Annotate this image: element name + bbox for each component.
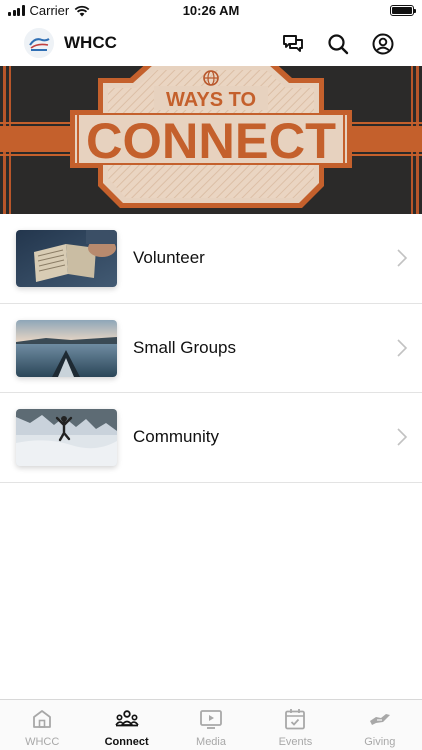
small-groups-thumbnail [16, 319, 117, 377]
app-title: WHCC [64, 33, 117, 52]
tab-label: Events [278, 736, 313, 748]
tab-label: WHCC [25, 736, 60, 748]
tab-label: Connect [104, 736, 149, 748]
tab-whcc[interactable]: WHCC [0, 700, 84, 750]
battery-level [392, 7, 412, 14]
tab-connect[interactable]: Connect [84, 700, 168, 750]
status-time: 10:26 AM [182, 3, 240, 18]
tab-giving[interactable]: Giving [338, 700, 422, 750]
chevron-right-icon [397, 338, 408, 357]
status-bar: Carrier 10:26 AM [0, 0, 422, 22]
banner-line1: WAYS TO [166, 89, 256, 111]
community-thumbnail [16, 409, 117, 466]
chat-icon[interactable] [281, 32, 305, 56]
app-logo[interactable] [24, 28, 54, 58]
list-item-label: Community [133, 427, 219, 446]
kayak-lake-photo [16, 319, 117, 377]
battery-icon [390, 5, 416, 16]
list-item-community[interactable]: Community [0, 393, 422, 483]
tab-bar: WHCC Connect Media Events Giving [0, 699, 422, 750]
list-item-volunteer[interactable]: Volunteer [0, 214, 422, 304]
home-icon [33, 710, 52, 728]
app-header: WHCC [0, 22, 422, 66]
list-item-label: Volunteer [133, 248, 205, 267]
people-icon [114, 710, 139, 727]
tab-media[interactable]: Media [169, 700, 253, 750]
connect-list: Volunteer Small Groups Community [0, 214, 422, 483]
banner-graphic: WAYS TO CONNECT [0, 66, 422, 214]
ways-to-connect-banner: WAYS TO CONNECT [0, 66, 422, 214]
tab-events[interactable]: Events [253, 700, 337, 750]
calendar-icon [285, 709, 306, 730]
giving-hand-icon [369, 714, 390, 725]
banner-line2: CONNECT [86, 113, 336, 169]
list-item-label: Small Groups [133, 337, 236, 357]
tab-label: Media [196, 736, 226, 748]
list-item-small-groups[interactable]: Small Groups [0, 304, 422, 393]
snow-jump-photo [16, 409, 117, 466]
chevron-right-icon [397, 249, 408, 267]
volunteer-thumbnail [16, 230, 117, 287]
play-icon [200, 710, 222, 729]
search-icon[interactable] [326, 32, 350, 56]
profile-icon[interactable] [371, 32, 395, 56]
chevron-right-icon [397, 428, 408, 446]
logo-icon [24, 28, 54, 58]
tab-label: Giving [364, 736, 396, 748]
open-bible-photo [16, 230, 117, 287]
